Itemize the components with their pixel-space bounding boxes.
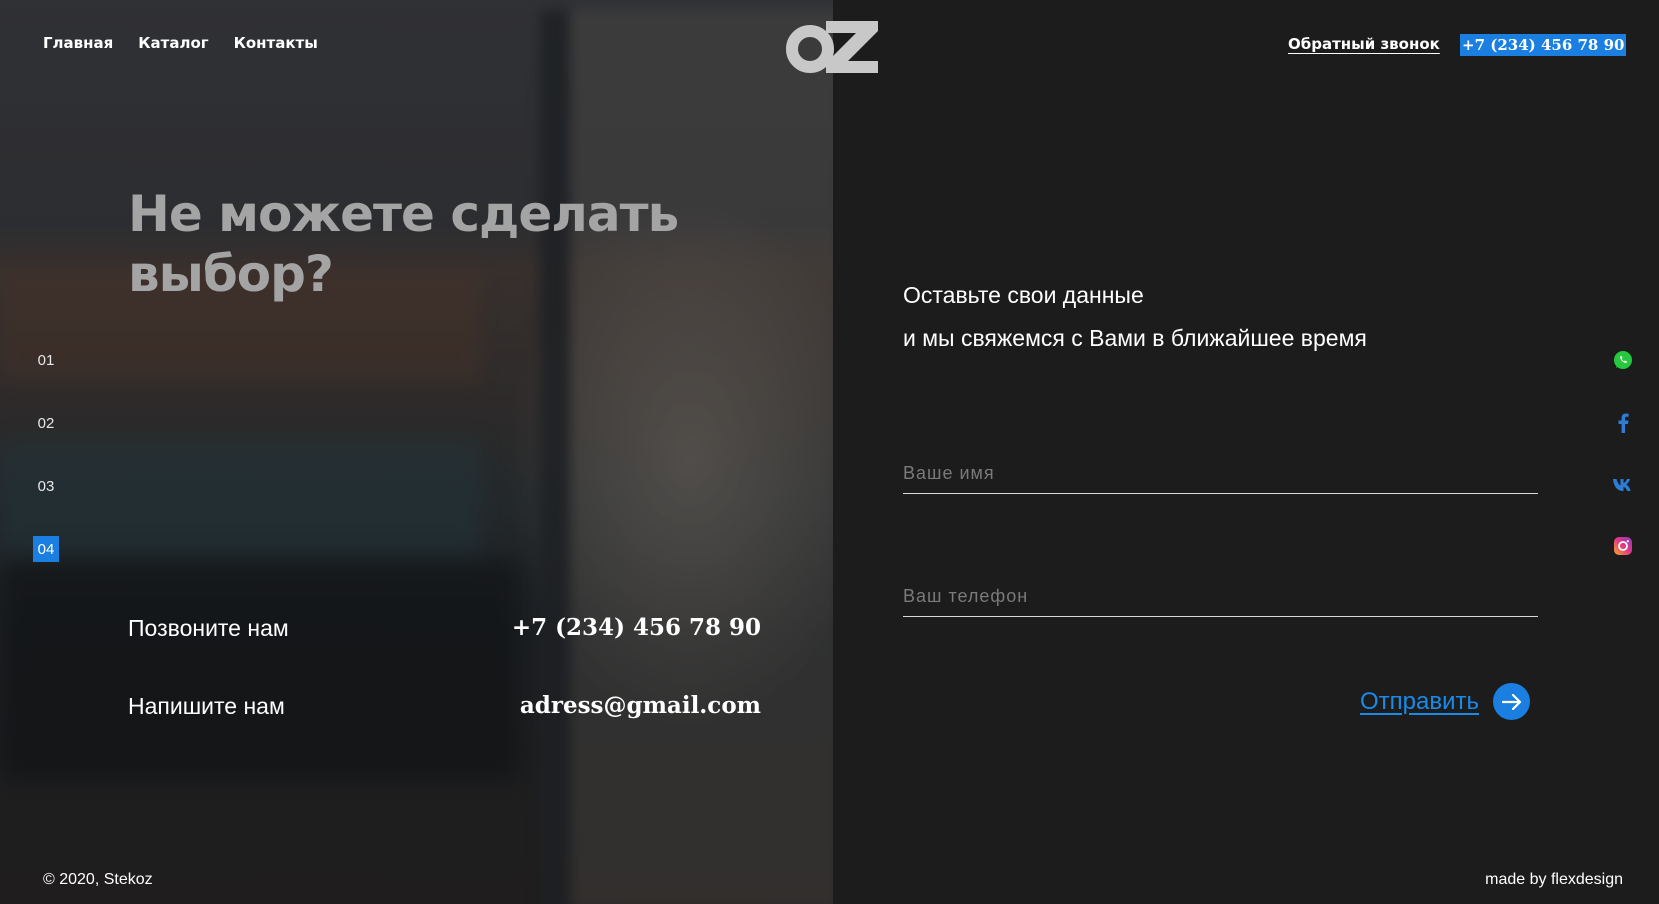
submit-button[interactable]: Отправить bbox=[1360, 683, 1531, 720]
vk-icon[interactable] bbox=[1612, 474, 1634, 496]
slide-indicator-1[interactable]: 01 bbox=[33, 347, 59, 373]
callback-link[interactable]: Обратный звонок bbox=[1288, 35, 1440, 53]
slide-pagination: 01 02 03 04 bbox=[33, 347, 59, 599]
header-phone-link[interactable]: +7 (234) 456 78 90 bbox=[1460, 34, 1627, 56]
nav-item-contacts[interactable]: Контакты bbox=[234, 34, 318, 52]
call-phone-link[interactable]: +7 (234) 456 78 90 bbox=[512, 614, 761, 641]
form-intro-line-1: Оставьте свои данные bbox=[903, 282, 1144, 308]
arrow-right-icon bbox=[1493, 683, 1531, 720]
made-by-link[interactable]: made by flexdesign bbox=[1485, 871, 1623, 889]
whatsapp-icon[interactable] bbox=[1612, 349, 1634, 371]
form-intro: Оставьте свои данные и мы свяжемся с Вам… bbox=[903, 274, 1367, 360]
nav-item-catalog[interactable]: Каталог bbox=[138, 34, 208, 52]
submit-label: Отправить bbox=[1360, 687, 1480, 715]
facebook-icon[interactable] bbox=[1612, 412, 1634, 434]
logo[interactable]: OZ bbox=[786, 17, 878, 73]
form-panel bbox=[833, 0, 1659, 904]
mail-label: Напишите нам bbox=[128, 693, 285, 719]
form-intro-line-2: и мы свяжемся с Вами в ближайшее время bbox=[903, 325, 1367, 351]
mail-link[interactable]: adress@gmail.com bbox=[520, 692, 761, 719]
instagram-icon[interactable] bbox=[1612, 535, 1634, 557]
call-label: Позвоните нам bbox=[128, 615, 289, 641]
page-title: Не можете сделать выбор? bbox=[128, 185, 679, 303]
phone-input[interactable] bbox=[903, 577, 1538, 617]
copyright: © 2020, Stekoz bbox=[43, 871, 153, 888]
main-nav: Главная Каталог Контакты bbox=[43, 34, 318, 52]
name-input[interactable] bbox=[903, 454, 1538, 494]
slide-indicator-2[interactable]: 02 bbox=[33, 410, 59, 436]
slide-indicator-4-active[interactable]: 04 bbox=[33, 536, 59, 562]
slide-indicator-3[interactable]: 03 bbox=[33, 473, 59, 499]
hero-background-image bbox=[0, 0, 833, 904]
nav-item-home[interactable]: Главная bbox=[43, 34, 113, 52]
